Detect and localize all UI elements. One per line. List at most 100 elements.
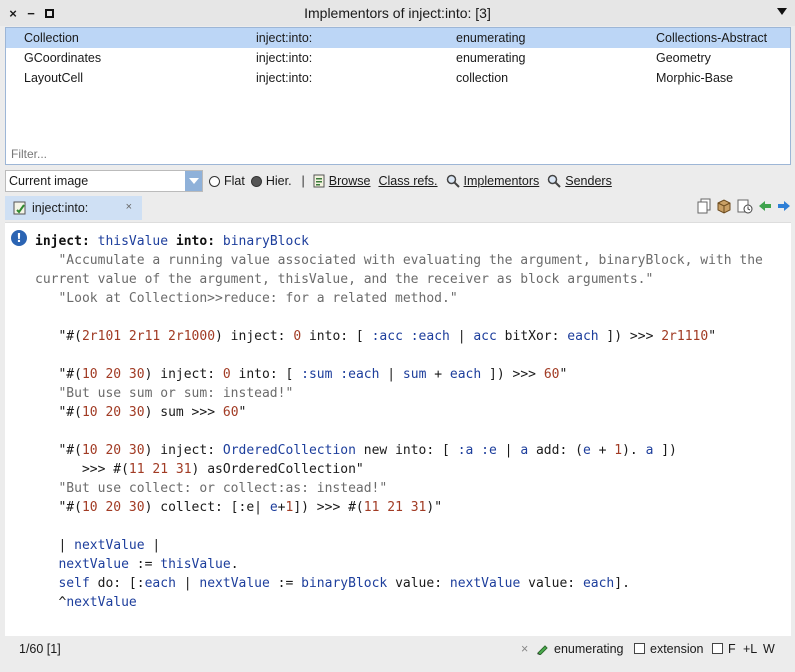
browser-toolbar: Current image Flat Hier. | Browse Class … xyxy=(5,170,791,192)
protocol-cell: enumerating xyxy=(456,31,526,45)
package-icon[interactable] xyxy=(716,198,732,217)
code-token: . xyxy=(230,557,239,572)
toolbar-separator: | xyxy=(301,174,305,188)
code-token: each xyxy=(582,576,615,591)
package-cell: Collections-Abstract xyxy=(656,31,768,45)
format-checkbox[interactable] xyxy=(712,643,723,654)
code-token: + xyxy=(426,367,450,382)
browse-label: Browse xyxy=(328,174,371,188)
code-token: 10 20 30 xyxy=(81,405,145,420)
code-token: 2r1110 xyxy=(661,329,709,344)
code-editor[interactable]: ! inject: thisValue into: binaryBlock "A… xyxy=(5,222,791,636)
implementors-label: Implementors xyxy=(463,174,540,188)
senders-button[interactable]: Senders xyxy=(547,174,612,188)
maximize-window-button[interactable] xyxy=(40,3,58,23)
implementors-button[interactable]: Implementors xyxy=(446,174,540,188)
code-token: | xyxy=(144,538,161,553)
code-token: a xyxy=(520,443,529,458)
code-token: >>> #( xyxy=(35,462,129,477)
wrap-toggle[interactable]: W xyxy=(763,642,775,656)
extension-checkbox[interactable] xyxy=(634,643,645,654)
class-name-cell: GCoordinates xyxy=(24,51,102,65)
code-line: >>> #(11 21 31) asOrderedCollection" xyxy=(35,460,783,479)
arrow-right-icon[interactable] xyxy=(777,199,791,216)
scope-dropdown[interactable]: Current image xyxy=(5,170,203,192)
list-item[interactable]: GCoordinates inject:into: enumerating Geome… xyxy=(6,48,790,68)
clear-protocol-icon[interactable]: × xyxy=(521,642,528,656)
radio-unchecked-icon xyxy=(209,175,220,187)
code-token: ) inject: xyxy=(215,329,294,344)
tab-inject-into[interactable]: inject:into: × xyxy=(5,196,142,220)
code-line: current value of the argument, thisValue… xyxy=(35,270,783,289)
line-numbers-toggle[interactable]: +L xyxy=(743,642,757,656)
code-token: "But use collect: or collect:as: instead… xyxy=(35,481,388,496)
code-token: ]) >>> #( xyxy=(293,500,364,515)
code-token: 11 21 31 xyxy=(128,462,192,477)
code-line: | nextValue | xyxy=(35,536,783,555)
code-token: "Accumulate a running value associated w… xyxy=(35,253,763,268)
code-token: add: ( xyxy=(528,443,583,458)
copy-pages-icon[interactable] xyxy=(697,198,711,217)
info-icon[interactable]: ! xyxy=(11,230,27,246)
minimize-window-button[interactable]: − xyxy=(22,3,40,23)
protocol-label[interactable]: enumerating xyxy=(554,642,624,656)
code-token: | xyxy=(496,443,521,458)
code-line: inject: thisValue into: binaryBlock xyxy=(35,232,783,251)
method-page-icon xyxy=(13,201,26,215)
method-source[interactable]: inject: thisValue into: binaryBlock "Acc… xyxy=(35,232,783,612)
window-title-bar: × − Implementors of inject:into: [3] xyxy=(0,0,795,26)
class-name-cell: Collection xyxy=(24,31,79,45)
code-token: ). xyxy=(622,443,646,458)
hier-radio[interactable]: Hier. xyxy=(250,174,292,188)
code-token: value: xyxy=(387,576,450,591)
code-token: ) sum >>> xyxy=(144,405,223,420)
code-token: :sum :each xyxy=(301,367,380,382)
magnifier-icon xyxy=(548,174,561,188)
code-token: ]) >>> xyxy=(598,329,662,344)
code-line: self do: [:each | nextValue := binaryBlo… xyxy=(35,574,783,593)
package-cell: Geometry xyxy=(656,51,711,65)
tab-close-icon[interactable]: × xyxy=(126,201,132,213)
code-token: bitXor: xyxy=(496,329,568,344)
pencil-icon[interactable] xyxy=(536,643,548,658)
arrow-left-icon[interactable] xyxy=(758,199,772,216)
code-token: :a :e xyxy=(457,443,497,458)
list-item[interactable]: Collection inject:into: enumerating Collect… xyxy=(6,28,790,48)
code-token: into: xyxy=(175,234,216,249)
code-token: each xyxy=(144,576,176,591)
window-menu-arrow-icon[interactable] xyxy=(777,8,787,15)
code-token: | xyxy=(35,538,75,553)
code-line: "But use sum or sum: instead!" xyxy=(35,384,783,403)
code-token: sum xyxy=(402,367,427,382)
history-icon[interactable] xyxy=(737,198,753,217)
code-token: " xyxy=(238,405,247,420)
code-token: ) asOrderedCollection" xyxy=(191,462,364,477)
code-token: "#( xyxy=(35,367,82,382)
code-line: "#(10 20 30) inject: 0 into: [ :sum :eac… xyxy=(35,365,783,384)
list-item[interactable]: LayoutCell inject:into: collection Morphic-… xyxy=(6,68,790,88)
code-token: each xyxy=(567,329,599,344)
browse-button[interactable]: Browse xyxy=(313,174,371,188)
code-line: "#(2r101 2r11 2r1000) inject: 0 into: [ … xyxy=(35,327,783,346)
implementors-list[interactable]: Collection inject:into: enumerating Collect… xyxy=(5,27,791,165)
code-token: value: xyxy=(520,576,583,591)
maximize-icon xyxy=(44,8,54,18)
filter-input[interactable]: Filter... xyxy=(11,147,47,161)
code-token: 1 xyxy=(614,443,623,458)
class-refs-button[interactable]: Class refs. xyxy=(378,174,437,188)
flat-radio[interactable]: Flat xyxy=(209,174,245,188)
protocol-cell: enumerating xyxy=(456,51,526,65)
chevron-down-icon[interactable] xyxy=(185,171,202,191)
code-token: 10 20 30 xyxy=(81,443,145,458)
code-line: "#(10 20 30) sum >>> 60" xyxy=(35,403,783,422)
code-token: nextValue xyxy=(66,595,137,610)
class-name-cell: LayoutCell xyxy=(24,71,84,85)
code-token: 60 xyxy=(222,405,239,420)
code-token: "#( xyxy=(35,443,82,458)
close-window-button[interactable]: × xyxy=(4,3,22,23)
code-token: current value of the argument, thisValue… xyxy=(35,272,654,287)
code-token: nextValue xyxy=(74,538,145,553)
